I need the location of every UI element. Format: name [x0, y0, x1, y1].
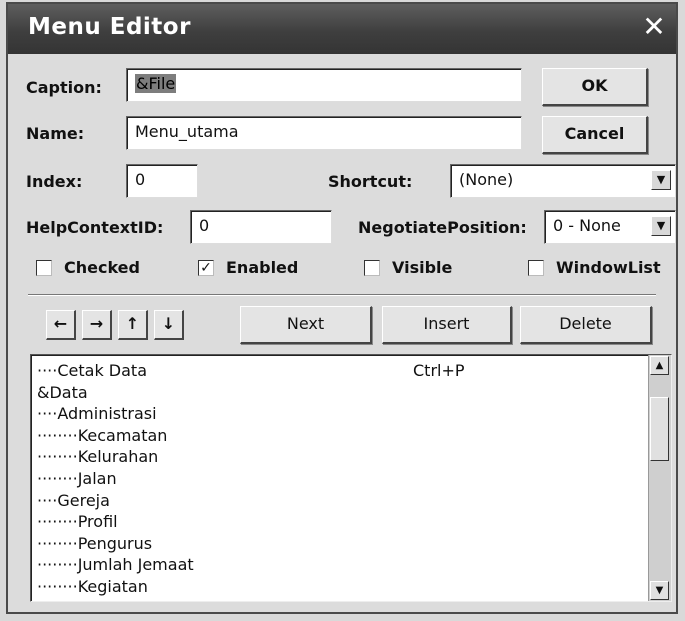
negotiateposition-label: NegotiatePosition:: [358, 218, 527, 237]
name-label: Name:: [26, 124, 85, 143]
shortcut-select[interactable]: (None) ▼: [450, 164, 676, 198]
index-input[interactable]: 0: [126, 164, 198, 198]
shortcut-label: Shortcut:: [328, 172, 413, 191]
list-item[interactable]: ····Administrasi: [37, 403, 637, 425]
shortcut-value: (None): [459, 170, 514, 189]
helpcontextid-label: HelpContextID:: [26, 218, 164, 237]
move-up-button[interactable]: ↑: [118, 310, 148, 340]
separator: [28, 294, 656, 296]
negotiateposition-value: 0 - None: [553, 216, 621, 235]
list-item[interactable]: ········Jumlah Jemaat: [37, 554, 637, 576]
index-label: Index:: [26, 172, 83, 191]
caption-value: &File: [135, 74, 177, 93]
list-item-text: ····Gereja: [37, 490, 110, 510]
menu-items-list[interactable]: ····Cetak Data Ctrl+P &Data ····Administras…: [30, 354, 672, 602]
list-item[interactable]: ········Kegiatan: [37, 576, 637, 598]
menu-editor-window: Menu Editor ✕ Caption: &File OK Name: Me…: [6, 2, 678, 614]
move-down-button[interactable]: ↓: [154, 310, 184, 340]
list-item[interactable]: ········Kecamatan: [37, 425, 637, 447]
check-mark-icon: ✓: [200, 260, 212, 276]
list-item-text: ····Administrasi: [37, 404, 157, 424]
title-bar[interactable]: Menu Editor ✕: [8, 4, 676, 54]
visible-label: Visible: [392, 258, 453, 277]
list-item-text: &Data: [37, 382, 88, 402]
next-button[interactable]: Next: [240, 306, 372, 344]
list-item-text: ········Kelurahan: [37, 447, 159, 467]
list-item[interactable]: ····Cetak Data Ctrl+P: [37, 360, 637, 382]
scroll-thumb[interactable]: [650, 397, 669, 461]
scroll-up-icon[interactable]: ▲: [650, 356, 669, 375]
list-item[interactable]: ········Profil: [37, 511, 637, 533]
list-item[interactable]: &Data: [37, 382, 637, 404]
caption-input[interactable]: &File: [126, 68, 522, 102]
list-item-text: ········Profil: [37, 512, 118, 532]
checked-checkbox[interactable]: [36, 260, 52, 276]
enabled-checkbox[interactable]: ✓: [198, 260, 214, 276]
windowlist-checkbox[interactable]: [528, 260, 544, 276]
negotiateposition-select[interactable]: 0 - None ▼: [544, 210, 676, 244]
list-item-text: ········Kegiatan: [37, 576, 148, 596]
list-item-text: ········Pengurus: [37, 533, 153, 553]
cancel-button[interactable]: Cancel: [542, 116, 648, 154]
checked-label: Checked: [64, 258, 140, 277]
insert-button[interactable]: Insert: [382, 306, 512, 344]
list-item-text: ········Jumlah Jemaat: [37, 555, 194, 575]
list-item-text: ········Kecamatan: [37, 425, 168, 445]
list-item-text: ········Jalan: [37, 468, 117, 488]
delete-button[interactable]: Delete: [520, 306, 652, 344]
ok-button[interactable]: OK: [542, 68, 648, 106]
window-title: Menu Editor: [28, 14, 191, 40]
windowlist-label: WindowList: [556, 258, 661, 277]
close-icon[interactable]: ✕: [638, 12, 670, 44]
dropdown-arrow-icon[interactable]: ▼: [651, 216, 671, 236]
list-item-shortcut: Ctrl+P: [413, 361, 465, 380]
list-item-text: ····Cetak Data: [37, 361, 147, 380]
menu-items-rows: ····Cetak Data Ctrl+P &Data ····Administras…: [37, 360, 637, 598]
move-left-button[interactable]: ←: [46, 310, 76, 340]
helpcontextid-input[interactable]: 0: [190, 210, 332, 244]
vertical-scrollbar[interactable]: ▲ ▼: [648, 355, 671, 601]
caption-label: Caption:: [26, 78, 102, 97]
move-right-button[interactable]: →: [82, 310, 112, 340]
visible-checkbox[interactable]: [364, 260, 380, 276]
dropdown-arrow-icon[interactable]: ▼: [651, 170, 671, 190]
list-item[interactable]: ····Gereja: [37, 490, 637, 512]
list-item[interactable]: ········Pengurus: [37, 533, 637, 555]
list-item[interactable]: ········Kelurahan: [37, 446, 637, 468]
enabled-label: Enabled: [226, 258, 299, 277]
name-input[interactable]: Menu_utama: [126, 116, 522, 150]
list-item[interactable]: ········Jalan: [37, 468, 637, 490]
scroll-down-icon[interactable]: ▼: [650, 581, 669, 600]
